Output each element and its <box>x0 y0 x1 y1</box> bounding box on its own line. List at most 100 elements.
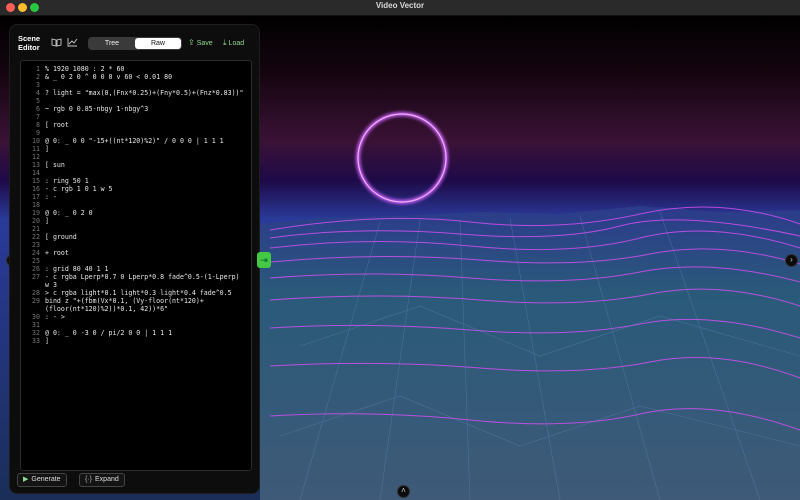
code-text: [ ground <box>45 233 77 241</box>
code-text: & _ 0 2 0 ^ 0 0 0 v 60 < 0.01 80 <box>45 73 173 81</box>
code-text: [ sun <box>45 161 65 169</box>
code-line: 12 <box>21 153 251 161</box>
code-text: ~ rgb 0 0.85-nbgy 1-nbgy^3 <box>45 105 149 113</box>
line-number: 14 <box>32 169 40 177</box>
exit-icon: ⇥ <box>260 255 268 265</box>
code-line: 28 > c rgba light*0.1 light*0.3 light*0.4… <box>21 289 251 297</box>
line-number: 22 <box>32 233 40 241</box>
expand-button[interactable]: {·} Expand <box>79 473 125 487</box>
load-button[interactable]: ⤓ Load <box>223 38 244 49</box>
line-number: 12 <box>32 153 40 161</box>
line-number: 3 <box>36 81 40 89</box>
line-number: 4 <box>36 89 40 97</box>
book-icon[interactable] <box>51 38 63 48</box>
line-number: 5 <box>36 97 40 105</box>
play-icon: ▶ <box>23 476 29 483</box>
code-text: ] <box>45 337 49 345</box>
code-line: 25 <box>21 257 251 265</box>
code-text: @ 0: _ 0 2 0 <box>45 209 93 217</box>
chevron-up-icon[interactable]: ˄ <box>397 485 410 498</box>
code-line: 16 - c rgb 1 0 1 w 5 <box>21 185 251 193</box>
code-line: 5 <box>21 97 251 105</box>
code-text: bind z "+(fbm(Vx*0.1, (Vy-floor(nt*120)+… <box>45 297 204 313</box>
line-number: 15 <box>32 177 40 185</box>
code-line: 3 <box>21 81 251 89</box>
code-text: > c rgba light*0.1 light*0.3 light*0.4 f… <box>45 289 232 297</box>
line-number: 9 <box>36 129 40 137</box>
tab-tree[interactable]: Tree <box>89 38 135 49</box>
line-number: 13 <box>32 161 40 169</box>
line-number: 23 <box>32 241 40 249</box>
code-text: @ 0: _ 0 0 "-15+((nt*120)%2)" / 0 0 0 | … <box>45 137 224 145</box>
line-number: 27 <box>32 273 40 281</box>
code-line: 8 [ root <box>21 121 251 129</box>
code-line: 4 ? light = "max(0,(Fnx*0.25)+(Fny*0.5)+(… <box>21 89 251 97</box>
chart-icon[interactable] <box>67 38 79 48</box>
window-title: Video Vector <box>375 1 425 10</box>
title-bar: Video Vector <box>0 0 800 16</box>
download-icon: ⤓ <box>223 38 227 47</box>
code-text: + root <box>45 249 69 257</box>
code-line: 27 - c rgba Lperp*0.7 0 Lperp*0.8 fade^0.… <box>21 273 251 289</box>
view-mode-toggle: Tree Raw <box>88 37 182 50</box>
chevron-right-icon[interactable]: › <box>785 254 798 267</box>
braces-icon: {·} <box>85 476 93 483</box>
code-text: [ root <box>45 121 69 129</box>
line-number: 25 <box>32 257 40 265</box>
code-line: 9 <box>21 129 251 137</box>
code-line: 1 % 1920 1080 : 2 * 60 <box>21 65 251 73</box>
code-line: 32 @ 0: _ 0 -3 0 / pi/2 0 0 | 1 1 1 <box>21 329 251 337</box>
line-number: 31 <box>32 321 40 329</box>
code-line: 2 & _ 0 2 0 ^ 0 0 0 v 60 < 0.01 80 <box>21 73 251 81</box>
code-line: 18 <box>21 201 251 209</box>
line-number: 10 <box>32 137 40 145</box>
line-number: 16 <box>32 185 40 193</box>
code-line: 21 <box>21 225 251 233</box>
code-line: 23 <box>21 241 251 249</box>
code-lines: 1 % 1920 1080 : 2 * 60 2 & _ 0 2 0 ^ 0 0 0 … <box>21 65 251 345</box>
line-number: 7 <box>36 113 40 121</box>
line-number: 30 <box>32 313 40 321</box>
code-text: : grid 80 40 1 1 <box>45 265 109 273</box>
code-text: ] <box>45 217 49 225</box>
code-editor[interactable]: 1 % 1920 1080 : 2 * 60 2 & _ 0 2 0 ^ 0 0 0 … <box>20 60 252 471</box>
line-number: 21 <box>32 225 40 233</box>
save-button[interactable]: ⇪ Save <box>188 38 213 49</box>
line-number: 20 <box>32 217 40 225</box>
code-text: - c rgba Lperp*0.7 0 Lperp*0.8 fade^0.5-… <box>45 273 244 289</box>
code-line: 11] <box>21 145 251 153</box>
share-icon: ⇪ <box>188 38 195 47</box>
code-text: ? light = "max(0,(Fnx*0.25)+(Fny*0.5)+(F… <box>45 89 244 97</box>
generate-button[interactable]: ▶ Generate <box>17 473 67 487</box>
line-number: 6 <box>36 105 40 113</box>
line-number: 18 <box>32 201 40 209</box>
code-line: 17 : - <box>21 193 251 201</box>
code-line: 22 [ ground <box>21 233 251 241</box>
code-line: 19 @ 0: _ 0 2 0 <box>21 209 251 217</box>
tab-raw[interactable]: Raw <box>135 38 181 49</box>
code-line: 7 <box>21 113 251 121</box>
code-text: : - <box>45 193 57 201</box>
line-number: 17 <box>32 193 40 201</box>
line-number: 19 <box>32 209 40 217</box>
code-line: 20] <box>21 217 251 225</box>
code-text: - c rgb 1 0 1 w 5 <box>45 185 113 193</box>
line-number: 11 <box>32 145 40 153</box>
line-number: 8 <box>36 121 40 129</box>
panel-toggle-handle[interactable]: ⇥ <box>257 252 271 268</box>
line-number: 2 <box>36 73 40 81</box>
code-line: 26: grid 80 40 1 1 <box>21 265 251 273</box>
code-line: 29 bind z "+(fbm(Vx*0.1, (Vy-floor(nt*120… <box>21 297 251 313</box>
line-number: 32 <box>32 329 40 337</box>
